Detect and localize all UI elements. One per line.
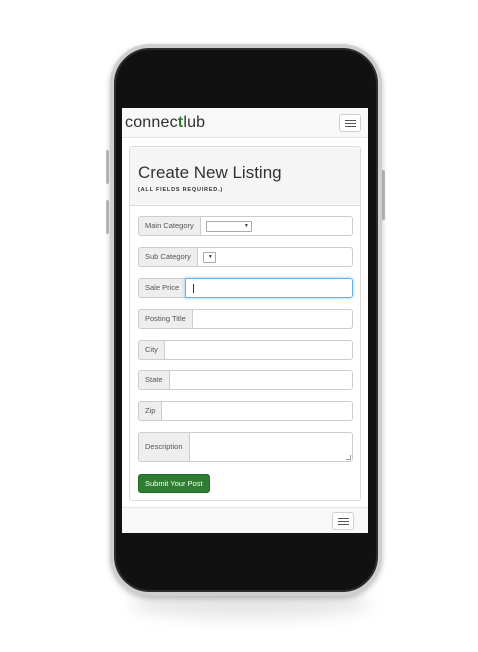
state-label: State [138,370,169,390]
posting-title-label: Posting Title [138,309,192,329]
sale-price-group: Sale Price [138,278,353,298]
state-input[interactable] [168,370,353,390]
zip-label: Zip [138,401,162,421]
listing-form-panel: Create New Listing (ALL FIELDS REQUIRED.… [129,146,361,501]
chevron-down-icon: ▼ [243,223,249,229]
page-subtitle: (ALL FIELDS REQUIRED.) [138,187,224,193]
text-caret [193,284,195,293]
top-navbar: connectlub [122,108,368,138]
power-button [382,170,385,220]
city-group: City [138,340,353,360]
submit-post-button[interactable]: Submit Your Post [138,474,210,493]
description-textarea[interactable] [188,432,353,462]
zip-group: Zip [138,401,353,421]
sub-category-group: Sub Category ▼ [138,247,353,267]
main-category-select[interactable]: ▼ [205,221,252,232]
brand-logo[interactable]: connectlub [125,113,205,133]
volume-down-button [106,200,109,234]
description-label: Description [138,432,189,462]
sub-category-field: ▼ [196,247,353,267]
page-title: Create New Listing [138,163,282,182]
phone-screen: connectlub Create New Listing (ALL FIELD… [122,108,368,533]
main-category-field: ▼ [199,216,353,236]
hamburger-menu-icon[interactable] [339,114,361,132]
main-category-label: Main Category [138,216,200,236]
posting-title-input[interactable] [191,309,353,329]
city-label: City [138,340,164,360]
zip-input[interactable] [161,401,353,421]
footer-navbar [122,507,368,533]
posting-title-group: Posting Title [138,309,353,329]
description-group: Description [138,432,353,462]
brand-text-prefix: connec [125,114,178,131]
sale-price-label: Sale Price [138,278,186,298]
sub-category-label: Sub Category [138,247,197,267]
panel-heading: Create New Listing (ALL FIELDS REQUIRED.… [130,147,360,206]
city-input[interactable] [163,340,353,360]
sale-price-input[interactable] [185,278,353,298]
sub-category-select[interactable]: ▼ [202,252,216,263]
resize-handle-icon[interactable] [346,455,351,460]
state-group: State [138,370,353,390]
chevron-down-icon: ▼ [207,254,213,260]
hamburger-menu-icon[interactable] [332,512,354,530]
main-category-group: Main Category ▼ [138,216,353,236]
volume-up-button [106,150,109,184]
brand-text-suffix: lub [183,114,206,131]
